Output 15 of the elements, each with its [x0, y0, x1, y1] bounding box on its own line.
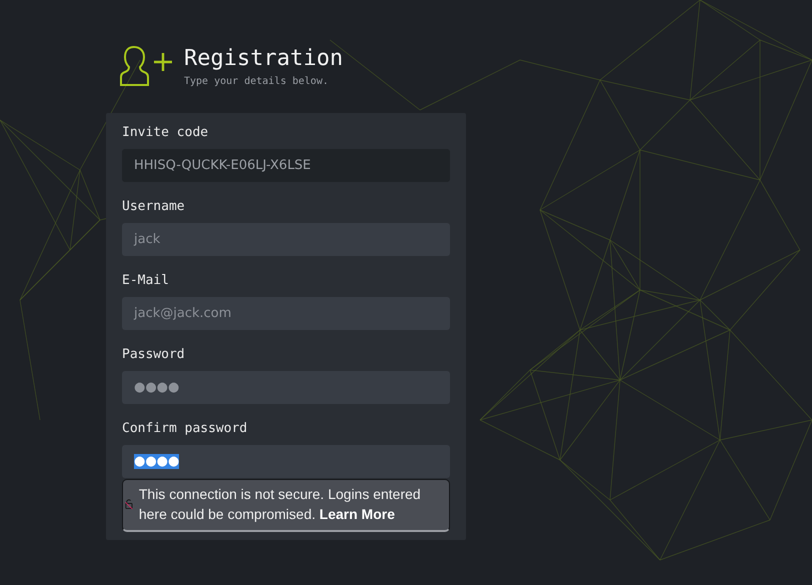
- input-field[interactable]: ●●●●: [122, 371, 450, 404]
- field-label: E-Mail: [122, 273, 170, 289]
- input-field[interactable]: jack: [122, 223, 450, 256]
- field-label: Username: [122, 199, 186, 215]
- input-field[interactable]: HHISQ-QUCKK-E06LJ-X6LSE: [122, 149, 450, 182]
- learn-more-link[interactable]: Learn More: [319, 506, 395, 522]
- field-label: Password: [122, 347, 186, 363]
- add-user-icon: [120, 44, 174, 88]
- input-field[interactable]: jack@jack.com: [122, 297, 450, 330]
- field-label: Invite code: [122, 125, 210, 141]
- warning-message: This connection is not secure. Logins entered here could be compromised. Learn More: [138, 485, 422, 524]
- field-label: Confirm password: [122, 421, 248, 437]
- page-title: Registration: [184, 46, 343, 72]
- page-subtitle: Type your details below.: [184, 76, 330, 87]
- input-field[interactable]: ●●●●: [122, 445, 450, 478]
